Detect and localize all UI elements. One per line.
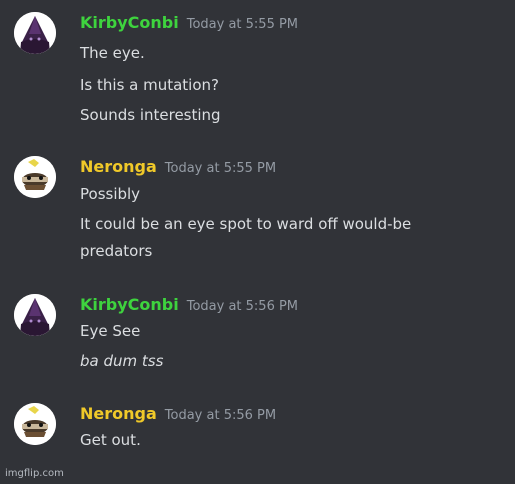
imgflip-watermark: imgflip.com <box>5 468 64 479</box>
message-text: ba dum tss <box>80 352 164 370</box>
message-header: Neronga Today at 5:56 PM <box>80 403 276 425</box>
message-text: It could be an eye spot to ward off woul… <box>80 215 412 233</box>
avatar[interactable] <box>14 12 56 54</box>
shrimp-creature-icon <box>14 403 56 445</box>
avatar[interactable] <box>14 156 56 198</box>
message-text: Sounds interesting <box>80 106 221 124</box>
avatar[interactable] <box>14 403 56 445</box>
username[interactable]: Neronga <box>80 157 157 176</box>
shrimp-creature-icon <box>14 156 56 198</box>
message-text: Get out. <box>80 431 141 449</box>
timestamp: Today at 5:55 PM <box>164 161 277 176</box>
message-text: Eye See <box>80 322 141 340</box>
message-header: KirbyConbi Today at 5:55 PM <box>80 12 298 34</box>
timestamp: Today at 5:55 PM <box>186 17 299 32</box>
timestamp: Today at 5:56 PM <box>164 408 277 423</box>
avatar[interactable] <box>14 294 56 336</box>
message-header: KirbyConbi Today at 5:56 PM <box>80 294 298 316</box>
username[interactable]: Neronga <box>80 404 157 423</box>
purple-hooded-figure-icon <box>14 12 56 54</box>
message-text: Possibly <box>80 185 141 203</box>
purple-hooded-figure-icon <box>14 294 56 336</box>
message-text: predators <box>80 242 153 260</box>
username[interactable]: KirbyConbi <box>80 13 179 32</box>
message-text: The eye. <box>80 44 145 62</box>
username[interactable]: KirbyConbi <box>80 295 179 314</box>
message-text: Is this a mutation? <box>80 76 219 94</box>
message-header: Neronga Today at 5:55 PM <box>80 156 276 178</box>
timestamp: Today at 5:56 PM <box>186 299 299 314</box>
